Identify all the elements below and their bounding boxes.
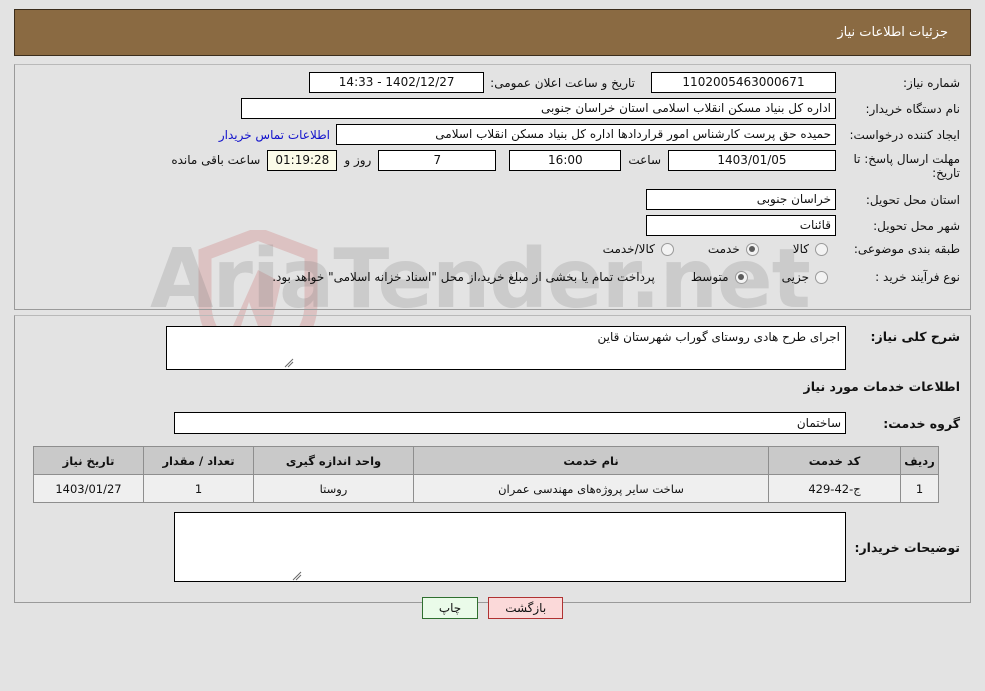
th-date: تاریخ نیاز — [33, 446, 144, 475]
radio-kala-label: کالا — [792, 242, 809, 256]
table-header-row: ردیف کد خدمت نام خدمت واحد اندازه گیری ت… — [33, 446, 939, 475]
field-purchase-process: نوع فرآیند خرید : جزیی متوسط پرداخت تمام… — [272, 270, 960, 284]
need-summary-panel: شماره نیاز: 1102005463000671 تاریخ و ساع… — [14, 64, 971, 310]
field-delivery-city: شهر محل تحویل: قائنات — [646, 215, 960, 236]
buyer-org-value: اداره کل بنیاد مسکن انقلاب اسلامی استان … — [241, 98, 836, 119]
subject-category-label: طبقه بندی موضوعی: — [853, 242, 960, 256]
page-root: جزئیات اطلاعات نیاز شماره نیاز: 11020054… — [0, 0, 985, 691]
radio-jozei-icon[interactable] — [815, 270, 828, 284]
service-group-label: گروه خدمت: — [883, 415, 960, 431]
days-and-label: روز و — [344, 153, 372, 167]
page-title: جزئیات اطلاعات نیاز — [837, 25, 948, 40]
purchase-process-label: نوع فرآیند خرید : — [875, 270, 960, 284]
radio-option-khedmat[interactable]: خدمت — [708, 242, 759, 256]
service-group-value: ساختمان — [174, 412, 846, 434]
delivery-city-value: قائنات — [646, 215, 836, 236]
announce-datetime-label: تاریخ و ساعت اعلان عمومی: — [490, 75, 635, 90]
cell-name: ساخت سایر پروژه‌های مهندسی عمران — [413, 474, 769, 503]
cell-index: 1 — [900, 474, 939, 503]
back-button[interactable]: بازگشت — [488, 597, 564, 619]
field-need-number: شماره نیاز: 1102005463000671 — [651, 72, 960, 93]
resize-grip-icon-2 — [292, 571, 302, 581]
cell-unit: روستا — [253, 474, 414, 503]
response-deadline-label: مهلت ارسال پاسخ: تا تاریخ: — [853, 152, 960, 180]
table-row: 1 ج-42-429 ساخت سایر پروژه‌های مهندسی عم… — [33, 474, 939, 503]
radio-kala-icon[interactable] — [815, 242, 828, 256]
delivery-province-value: خراسان جنوبی — [646, 189, 836, 210]
radio-motavaset-icon[interactable] — [734, 270, 748, 284]
delivery-city-label: شهر محل تحویل: — [873, 218, 960, 233]
services-section-title: اطلاعات خدمات مورد نیاز — [803, 379, 961, 394]
announce-datetime-value: 1402/12/27 - 14:33 — [309, 72, 485, 93]
buyer-notes-textarea[interactable] — [174, 512, 846, 582]
hour-label: ساعت — [628, 153, 661, 167]
remaining-hours-label: ساعت باقی مانده — [171, 153, 261, 167]
services-table: ردیف کد خدمت نام خدمت واحد اندازه گیری ت… — [33, 446, 939, 503]
radio-option-kala-khedmat[interactable]: کالا/خدمت — [603, 242, 674, 256]
buyer-org-label: نام دستگاه خریدار: — [865, 101, 961, 116]
th-quantity: تعداد / مقدار — [143, 446, 254, 475]
radio-khedmat-icon[interactable] — [745, 242, 759, 256]
general-description-label: شرح کلی نیاز: — [870, 329, 960, 344]
buyer-contact-link[interactable]: اطلاعات تماس خریدار — [219, 128, 330, 142]
radio-khedmat-label: خدمت — [707, 242, 740, 256]
field-request-creator: ایجاد کننده درخواست: حمیده حق پرست کارشن… — [219, 124, 960, 145]
request-creator-value: حمیده حق پرست کارشناس امور قراردادها ادا… — [336, 124, 836, 145]
cell-code: ج-42-429 — [768, 474, 901, 503]
services-table-wrapper: ردیف کد خدمت نام خدمت واحد اندازه گیری ت… — [33, 446, 939, 503]
delivery-province-label: استان محل تحویل: — [865, 192, 960, 207]
print-button[interactable]: چاپ — [421, 597, 479, 619]
remaining-days-value: 7 — [378, 150, 497, 171]
radio-option-motavaset[interactable]: متوسط — [691, 270, 748, 284]
treasury-bond-note: پرداخت تمام یا بخشی از مبلغ خرید،از محل … — [272, 270, 655, 284]
deadline-hour-value: 16:00 — [509, 150, 622, 171]
need-number-label: شماره نیاز: — [903, 75, 960, 90]
cell-quantity: 1 — [143, 474, 254, 503]
radio-jozei-label: جزیی — [781, 270, 809, 284]
th-code: کد خدمت — [768, 446, 901, 475]
cell-date: 1403/01/27 — [33, 474, 144, 503]
radio-option-jozei[interactable]: جزیی — [782, 270, 828, 284]
buyer-notes-label: توضیحات خریدار: — [854, 540, 960, 555]
page-header: جزئیات اطلاعات نیاز — [14, 9, 971, 56]
th-unit: واحد اندازه گیری — [253, 446, 414, 475]
th-name: نام خدمت — [413, 446, 769, 475]
countdown-timer-value: 01:19:28 — [267, 150, 338, 171]
field-buyer-org: نام دستگاه خریدار: اداره کل بنیاد مسکن ا… — [241, 98, 960, 119]
need-number-value: 1102005463000671 — [651, 72, 836, 93]
need-details-panel: شرح کلی نیاز: اجرای طرح هادی روستای گورا… — [14, 315, 971, 603]
action-button-bar: بازگشت چاپ — [0, 597, 985, 619]
deadline-date-value: 1403/01/05 — [668, 150, 836, 171]
field-service-group: گروه خدمت: ساختمان — [174, 412, 960, 434]
field-subject-category: طبقه بندی موضوعی: کالا خدمت کالا/خدمت — [603, 242, 960, 256]
radio-motavaset-label: متوسط — [690, 270, 729, 284]
field-delivery-province: استان محل تحویل: خراسان جنوبی — [646, 189, 960, 210]
resize-grip-icon — [284, 358, 294, 368]
field-announce-datetime: تاریخ و ساعت اعلان عمومی: 1402/12/27 - 1… — [309, 72, 635, 93]
field-response-deadline: مهلت ارسال پاسخ: تا تاریخ: 1403/01/05 سا… — [171, 150, 960, 180]
services-section-title-row: اطلاعات خدمات مورد نیاز — [804, 379, 961, 394]
radio-option-kala[interactable]: کالا — [793, 242, 828, 256]
radio-kala-khedmat-label: کالا/خدمت — [602, 242, 655, 256]
request-creator-label: ایجاد کننده درخواست: — [849, 127, 960, 142]
radio-kala-khedmat-icon[interactable] — [660, 242, 674, 256]
th-index: ردیف — [900, 446, 939, 475]
general-description-textarea[interactable]: اجرای طرح هادی روستای گوراب شهرستان قاین — [166, 326, 846, 370]
